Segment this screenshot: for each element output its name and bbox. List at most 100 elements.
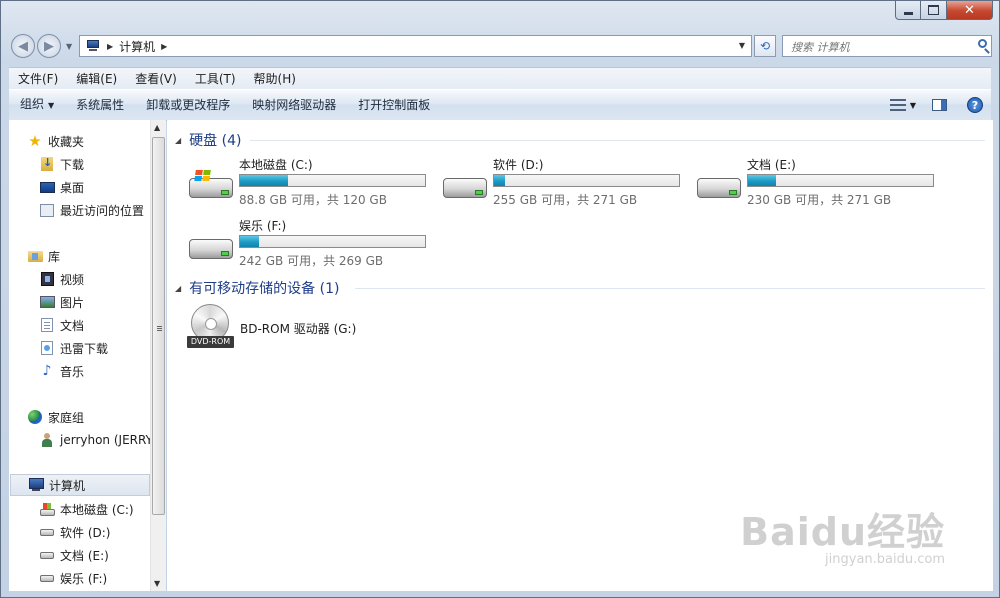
menu-bar: 文件(F) 编辑(E) 查看(V) 工具(T) 帮助(H) [9, 67, 991, 90]
drive-name: 文档 (E:) [747, 158, 796, 172]
close-button[interactable]: ✕ [947, 1, 993, 20]
sidebar-item-desktop[interactable]: 桌面 [39, 176, 84, 198]
drive-usage-bar [493, 174, 680, 187]
drive-usage-bar [747, 174, 934, 187]
sidebar-item-downloads[interactable]: 下载 [39, 153, 84, 175]
sidebar-item-documents[interactable]: 文档 [39, 314, 84, 336]
view-options-dropdown[interactable]: ▼ [910, 101, 916, 110]
sidebar-item-label: 图片 [60, 295, 85, 310]
sidebar-item-label: 本地磁盘 (C:) [60, 502, 134, 517]
drive-tile[interactable]: 娱乐 (F:) 242 GB 可用，共 269 GB [187, 217, 437, 269]
search-icon[interactable] [978, 39, 987, 48]
computer-icon [85, 40, 101, 52]
homegroup-icon [27, 409, 43, 425]
menu-edit[interactable]: 编辑(E) [67, 69, 126, 89]
recent-places-icon [39, 202, 55, 218]
drive-icon [39, 547, 55, 563]
recent-pages-dropdown[interactable]: ▼ [66, 42, 72, 51]
drive-usage-fill [494, 175, 506, 186]
drive-icon [39, 570, 55, 586]
menu-view[interactable]: 查看(V) [126, 69, 186, 89]
desktop-icon [39, 179, 55, 195]
sidebar-item-label: 视频 [60, 272, 85, 287]
close-icon: ✕ [964, 2, 975, 18]
watermark-main: Baidu经验 [740, 510, 945, 554]
sidebar-item-libraries[interactable]: 库 [27, 245, 60, 267]
command-bar-right: ▼ ? [889, 90, 983, 120]
drive-tile[interactable]: 软件 (D:) 255 GB 可用，共 271 GB [441, 156, 691, 208]
scroll-up-icon[interactable]: ▲ [154, 123, 160, 132]
navigation-scrollbar[interactable]: ▲ ▼ [150, 120, 166, 591]
map-network-drive-button[interactable]: 映射网络驱动器 [241, 91, 347, 119]
minimize-button[interactable] [895, 1, 921, 20]
drive-usage-bar [239, 174, 426, 187]
sidebar-item-pictures[interactable]: 图片 [39, 291, 84, 313]
drive-icon [39, 524, 55, 540]
sidebar-item-drive-e[interactable]: 文档 (E:) [39, 544, 109, 566]
search-box[interactable] [782, 35, 992, 57]
document-icon [39, 317, 55, 333]
sidebar-item-drive-f[interactable]: 娱乐 (F:) [39, 567, 107, 589]
forward-button[interactable]: ▶ [37, 34, 61, 58]
preview-pane-icon[interactable] [932, 99, 947, 111]
sidebar-item-drive-c[interactable]: 本地磁盘 (C:) [39, 498, 134, 520]
drive-free-space: 230 GB 可用，共 271 GB [747, 193, 892, 207]
sidebar-item-label: 桌面 [60, 180, 85, 195]
picture-icon [39, 294, 55, 310]
caption-buttons: ✕ [895, 1, 993, 20]
dvd-drive-tile[interactable]: DVD-ROM BD-ROM 驱动器 (G:) [187, 304, 427, 352]
library-icon [27, 248, 43, 264]
grip-icon [157, 326, 162, 327]
open-control-panel-button[interactable]: 打开控制面板 [347, 91, 441, 119]
refresh-icon: ⟲ [759, 39, 771, 53]
system-properties-button[interactable]: 系统属性 [65, 91, 135, 119]
menu-tools[interactable]: 工具(T) [186, 69, 245, 89]
hard-drives-group-header[interactable]: ◢ 硬盘 (4) [175, 130, 985, 150]
chevron-down-icon: ▼ [48, 101, 55, 110]
dvd-badge: DVD-ROM [187, 336, 234, 348]
hard-drive-icon [441, 170, 489, 202]
sidebar-item-favorites[interactable]: ★ 收藏夹 [27, 130, 84, 152]
hard-drive-icon [695, 170, 743, 202]
drive-tile[interactable]: 本地磁盘 (C:) 88.8 GB 可用，共 120 GB [187, 156, 437, 208]
download-folder-icon [39, 156, 55, 172]
drive-usage-bar [239, 235, 426, 248]
drive-tile[interactable]: 文档 (E:) 230 GB 可用，共 271 GB [695, 156, 945, 208]
video-icon [39, 271, 55, 287]
collapse-triangle-icon[interactable]: ◢ [175, 136, 181, 145]
breadcrumb-arrow-icon[interactable]: ▶ [107, 42, 113, 51]
menu-file[interactable]: 文件(F) [9, 69, 67, 89]
collapse-triangle-icon[interactable]: ◢ [175, 284, 181, 293]
sidebar-item-label: 库 [48, 249, 61, 264]
removable-group-header[interactable]: ◢ 有可移动存储的设备 (1) [175, 278, 985, 298]
change-view-icon[interactable] [889, 98, 906, 112]
maximize-button[interactable] [921, 1, 947, 20]
sidebar-item-label: 娱乐 (F:) [60, 571, 108, 586]
windows-logo-icon [194, 170, 212, 182]
sidebar-item-label: 文档 [60, 318, 85, 333]
minimize-icon [903, 11, 913, 15]
sidebar-item-computer[interactable]: 计算机 [10, 474, 150, 496]
organize-button[interactable]: 组织 ▼ [9, 90, 65, 120]
sidebar-item-xunlei-downloads[interactable]: 迅雷下载 [39, 337, 108, 359]
search-input[interactable] [789, 37, 973, 57]
explorer-window: ✕ ◀ ▶ ▼ ▶ 计算机 ▶ ▼ ⟲ 文件(F) 编辑(E) 查看(V) 工具… [0, 0, 1000, 598]
sidebar-item-drive-d[interactable]: 软件 (D:) [39, 521, 110, 543]
refresh-button[interactable]: ⟲ [754, 35, 776, 57]
help-icon[interactable]: ? [967, 97, 983, 113]
uninstall-program-button[interactable]: 卸载或更改程序 [135, 91, 241, 119]
system-drive-icon [187, 170, 235, 202]
breadcrumb-computer[interactable]: 计算机 [119, 38, 155, 55]
sidebar-item-homegroup-user[interactable]: jerryhon (JERRY [39, 429, 150, 451]
address-history-dropdown[interactable]: ▼ [739, 41, 745, 50]
menu-help[interactable]: 帮助(H) [245, 69, 305, 89]
scrollbar-thumb[interactable] [152, 137, 165, 515]
scroll-down-icon[interactable]: ▼ [154, 579, 160, 588]
breadcrumb-arrow-icon[interactable]: ▶ [161, 42, 167, 51]
sidebar-item-videos[interactable]: 视频 [39, 268, 84, 290]
sidebar-item-homegroup[interactable]: 家庭组 [27, 406, 84, 428]
sidebar-item-music[interactable]: ♪ 音乐 [39, 360, 84, 382]
address-bar[interactable]: ▶ 计算机 ▶ ▼ [79, 35, 752, 57]
back-button[interactable]: ◀ [11, 34, 35, 58]
sidebar-item-recent-places[interactable]: 最近访问的位置 [39, 199, 144, 221]
